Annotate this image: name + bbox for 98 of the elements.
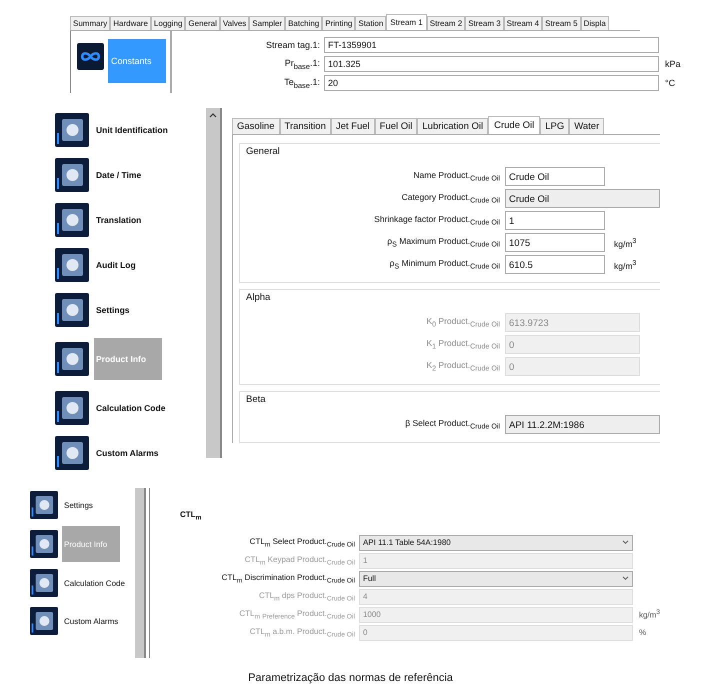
field-label: CTL$_{m}$ Keypad Product.$_{Crude Oil}$ (244, 554, 355, 566)
app-tile-icon[interactable] (55, 113, 89, 147)
input-field[interactable]: 610.5 (505, 255, 605, 274)
field-label: Shrinkage factor Product.$_{Crude Oil}$ (373, 214, 500, 227)
field-label: CTL$_{m}$ $_{Preference}$ Product.$_{Crude Oil}$ (238, 608, 355, 620)
input-field: 0 (505, 335, 640, 354)
field-label: Pr$_{base}$.1: (284, 58, 320, 70)
sidebar-item[interactable]: Translation (94, 203, 144, 237)
chevron-down-icon[interactable] (622, 540, 629, 546)
tab[interactable]: Printing (322, 16, 356, 30)
field-label: β Select Product.$_{Crude Oil}$ (404, 418, 500, 431)
group-title: Beta (246, 394, 267, 405)
field-label: ρ$_{S}$ Maximum Product.$_{Crude Oil}$ (386, 236, 500, 249)
field-label: Stream tag.1: (264, 40, 320, 50)
section-title: CTL$_{m}$ (180, 510, 202, 522)
unit-label: kg/m$^{3}$ (614, 258, 636, 270)
input-field: 0 (505, 357, 640, 376)
sidebar-item[interactable]: Custom Alarms (94, 436, 161, 470)
tab[interactable]: Logging (150, 16, 186, 30)
tab[interactable]: Stream 4 (504, 16, 542, 30)
sidebar-item[interactable]: Settings (62, 491, 95, 519)
tab[interactable]: Transition (280, 118, 331, 134)
input-field[interactable]: Crude Oil (505, 167, 605, 186)
app-tile-icon[interactable] (30, 530, 58, 558)
input-field[interactable]: Full (358, 570, 633, 587)
input-field: 4 (358, 588, 633, 605)
input-field: 0 (358, 624, 633, 641)
tab[interactable]: Batching (285, 16, 322, 30)
tab[interactable]: Sampler (249, 16, 286, 30)
tab[interactable]: LPG (540, 118, 570, 134)
field-label: K$_{0}$ Product.$_{Crude Oil}$ (425, 316, 500, 329)
sidebar-item[interactable]: Unit Identification (94, 113, 170, 147)
input-field: 613.9723 (505, 313, 640, 332)
input-field[interactable]: Crude Oil (505, 189, 660, 208)
field-label: Te$_{base}$.1: (283, 76, 320, 90)
sidebar-item[interactable]: Calculation Code (62, 569, 127, 597)
unit-label: kPa (665, 59, 681, 69)
input-field[interactable]: 20 (324, 75, 659, 91)
tab[interactable]: Fuel Oil (374, 118, 418, 134)
scroll-up-icon[interactable] (209, 112, 217, 118)
app-tile-icon[interactable] (30, 491, 58, 519)
tab[interactable]: Summary (70, 16, 110, 30)
tab[interactable]: Valves (220, 16, 250, 30)
tab[interactable]: Lubrication Oil (417, 118, 488, 134)
field-label: CTL$_{m}$ a.b.m. Product.$_{Crude Oil}$ (248, 626, 355, 638)
input-field: 1 (358, 552, 633, 569)
app-tile-icon[interactable] (55, 293, 89, 327)
sidebar-item[interactable]: Audit Log (94, 248, 138, 282)
tab[interactable]: Water (569, 118, 604, 134)
tab[interactable]: Crude Oil (488, 116, 540, 134)
tab[interactable]: Displa (580, 16, 609, 30)
tab[interactable]: Station (355, 16, 386, 30)
app-tile-icon[interactable] (30, 569, 58, 597)
tab[interactable]: Stream 5 (542, 16, 581, 30)
tab[interactable]: Stream 1 (386, 14, 427, 30)
app-tile-icon[interactable] (55, 436, 89, 470)
unit-label: % (638, 628, 646, 638)
app-tile-icon[interactable] (55, 203, 89, 237)
sidebar-item[interactable]: Calculation Code (94, 391, 168, 425)
field-label: Name Product.$_{Crude Oil}$ (412, 170, 500, 183)
figure-caption: Parametrização das normas de referência (247, 672, 454, 684)
field-label: ρ$_{S}$ Minimum Product.$_{Crude Oil}$ (388, 258, 500, 271)
input-field[interactable]: 101.325 (324, 56, 659, 72)
scrollbar[interactable] (135, 488, 146, 658)
chevron-down-icon[interactable] (622, 576, 629, 582)
tab[interactable]: Stream 2 (426, 16, 466, 30)
field-label: K$_{2}$ Product.$_{Crude Oil}$ (425, 360, 500, 373)
field-label: CTL$_{m}$ Discrimination Product.$_{Crude Oil}$ (220, 572, 355, 584)
infinity-icon (77, 43, 104, 70)
input-field[interactable]: 1075 (505, 233, 605, 252)
unit-label: °C (665, 78, 676, 88)
group-title: General (246, 146, 281, 157)
input-field[interactable]: API 11.2.2M:1986 (505, 415, 660, 434)
sidebar-item[interactable]: Custom Alarms (62, 607, 120, 635)
tab[interactable]: Hardware (110, 16, 151, 30)
app-tile-icon[interactable] (55, 342, 89, 376)
sidebar-item[interactable]: Settings (94, 293, 132, 327)
input-field[interactable]: 1 (505, 211, 605, 230)
tab[interactable]: Stream 3 (465, 16, 504, 30)
app-tile-icon[interactable] (55, 248, 89, 282)
field-label: K$_{1}$ Product.$_{Crude Oil}$ (425, 338, 500, 351)
app-tile-icon[interactable] (55, 391, 89, 425)
input-field[interactable]: FT-1359901 (324, 37, 659, 53)
app-tile-icon[interactable] (30, 607, 58, 635)
input-field: 1000 (358, 606, 633, 623)
input-field[interactable]: API 11.1 Table 54A:1980 (358, 534, 633, 551)
tab[interactable]: Gasoline (232, 118, 280, 134)
group-title: Alpha (246, 292, 272, 303)
unit-label: kg/m$^{3}$ (638, 609, 660, 620)
tab[interactable]: Jet Fuel (330, 118, 375, 134)
scrollbar[interactable] (206, 108, 222, 458)
field-label: Category Product.$_{Crude Oil}$ (400, 192, 500, 205)
tab[interactable]: General (185, 16, 220, 30)
field-label: CTL$_{m}$ Select Product.$_{Crude Oil}$ (248, 536, 355, 548)
sidebar-item[interactable]: Date / Time (94, 158, 144, 192)
app-tile-icon[interactable] (55, 158, 89, 192)
field-label: CTL$_{m}$ dps Product.$_{Crude Oil}$ (258, 590, 355, 602)
unit-label: kg/m$^{3}$ (614, 236, 636, 248)
